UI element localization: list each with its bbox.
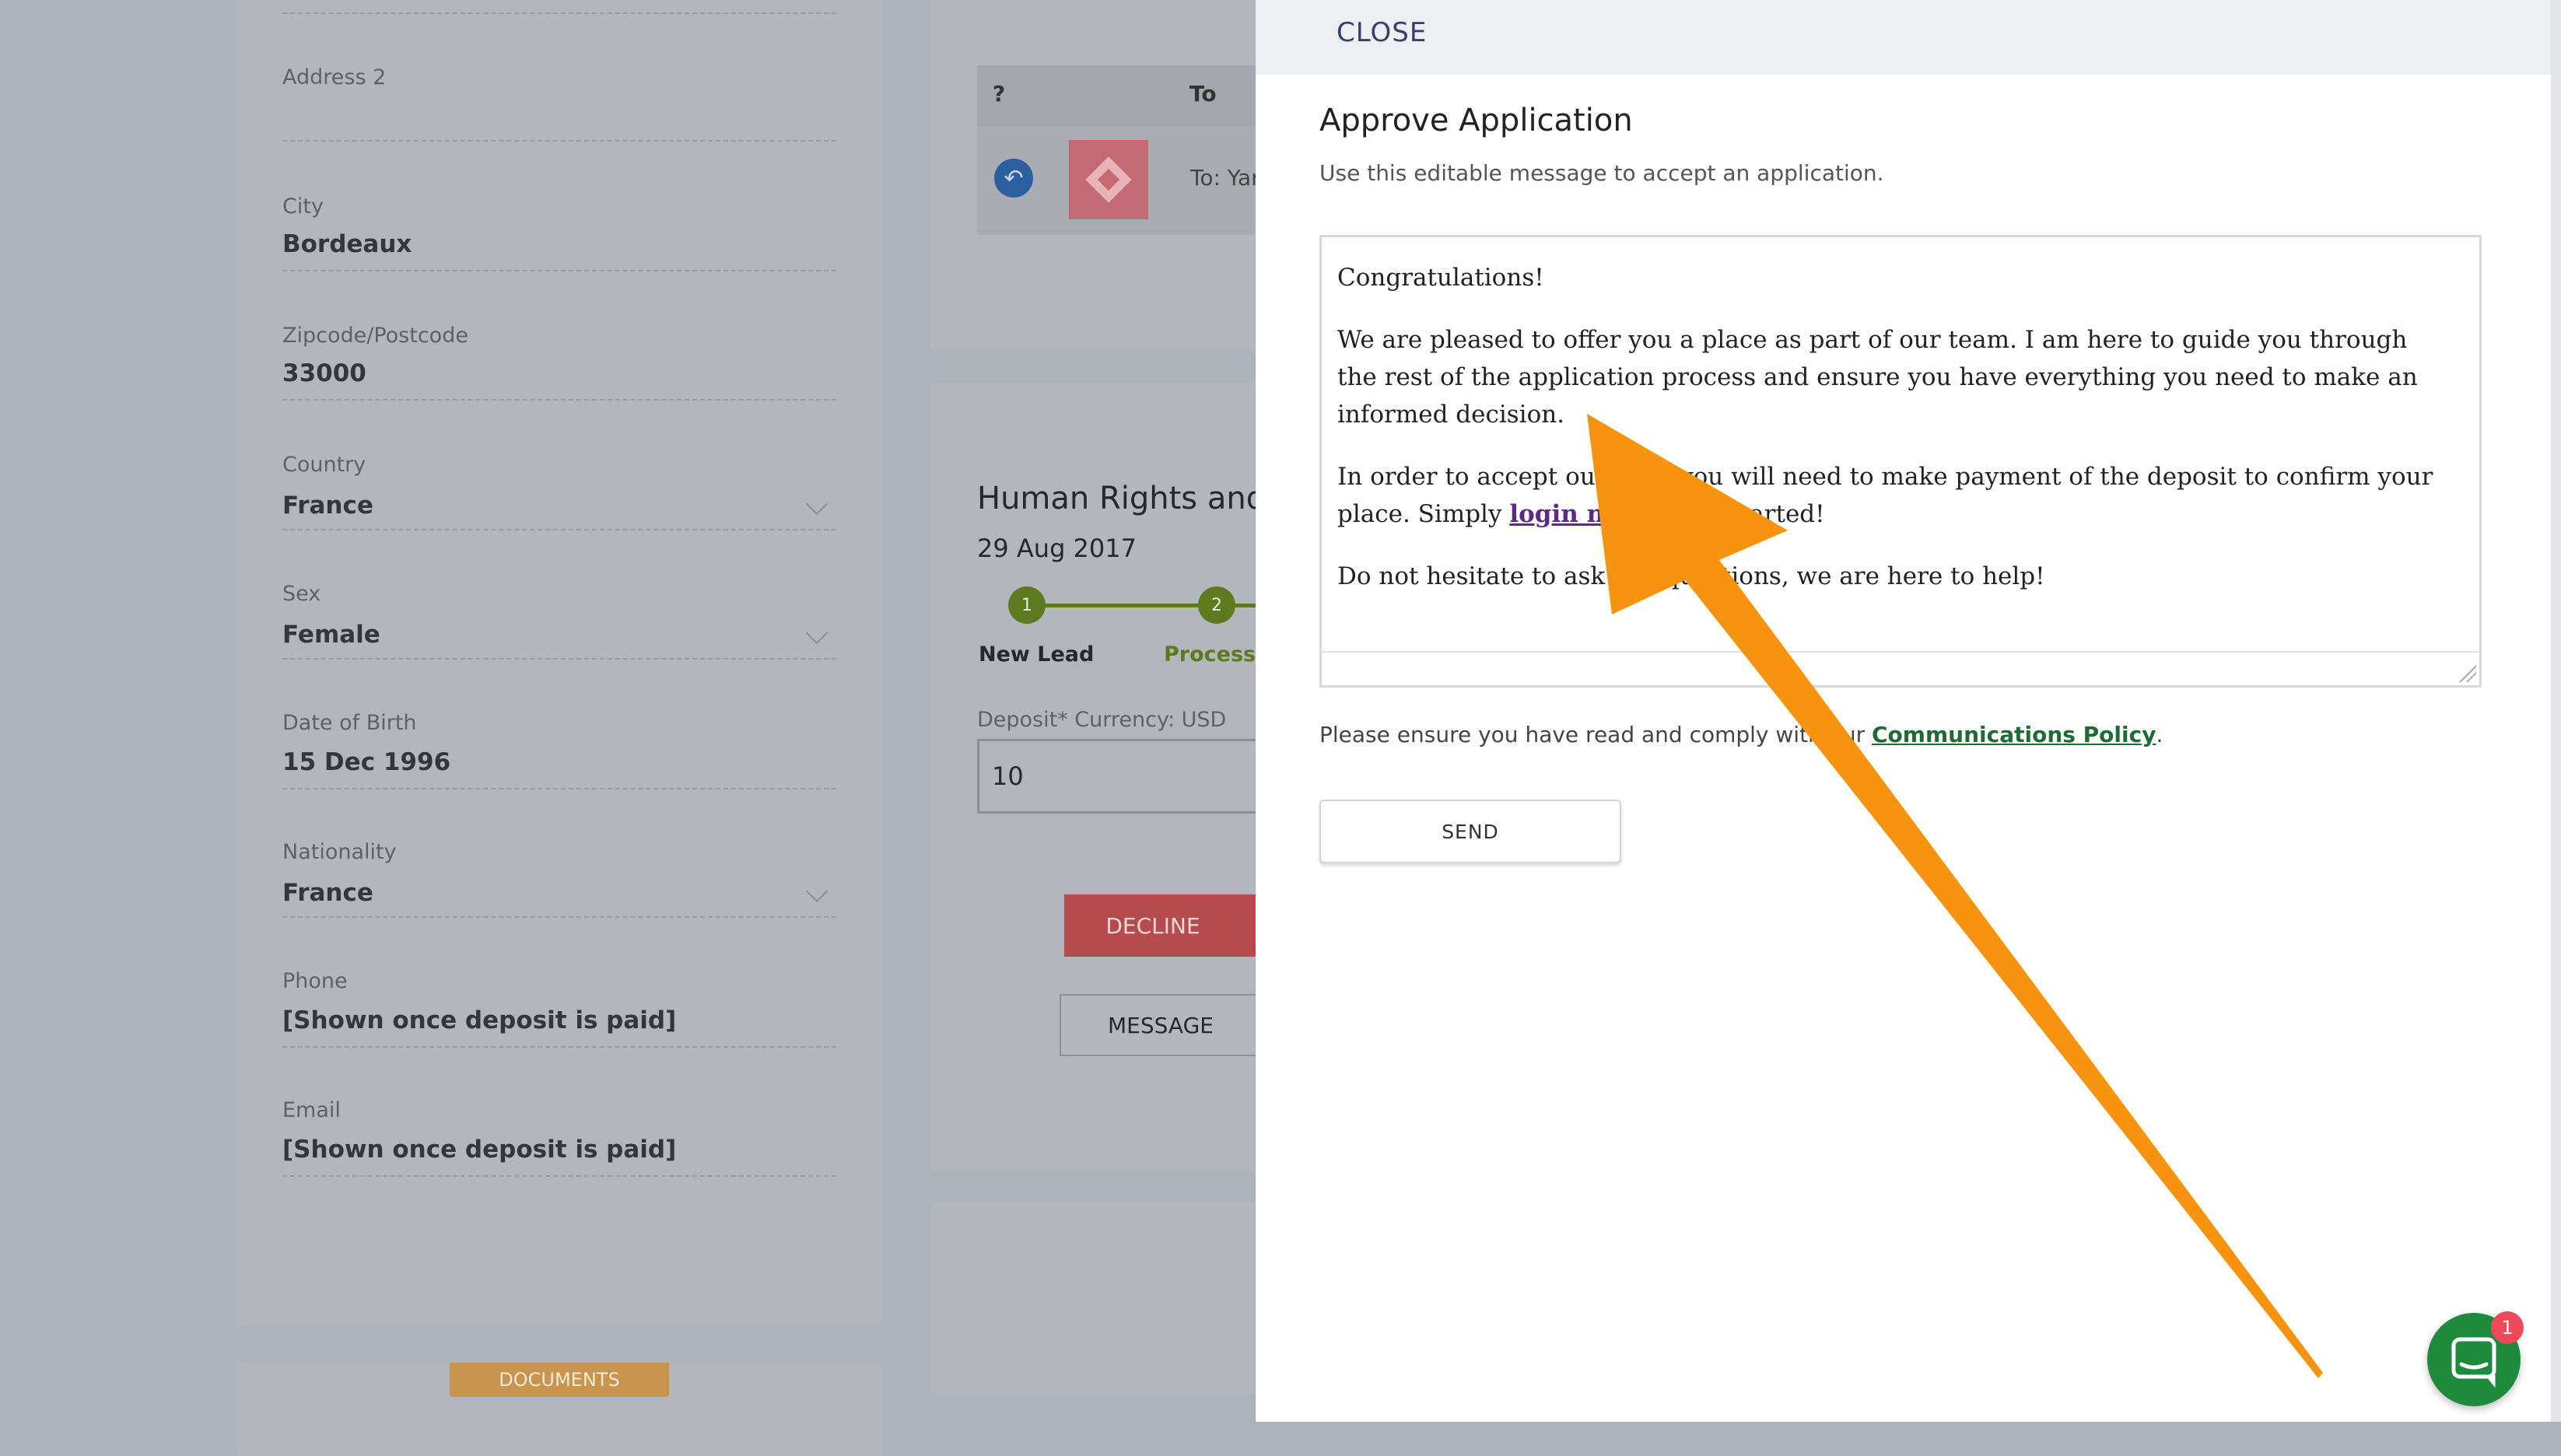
country-label: Country bbox=[282, 453, 366, 477]
close-button[interactable]: CLOSE bbox=[1337, 17, 1427, 48]
row-to-text: To: Yar bbox=[1190, 165, 1260, 191]
panel-header: CLOSE bbox=[1256, 0, 2551, 75]
dob-label: Date of Birth bbox=[282, 711, 417, 735]
resize-handle-icon[interactable] bbox=[2459, 665, 2476, 682]
application-date: 29 Aug 2017 bbox=[977, 534, 1137, 563]
email-value: [Shown once deposit is paid] bbox=[282, 1136, 677, 1164]
sex-select[interactable]: Female bbox=[282, 621, 380, 649]
sex-label: Sex bbox=[282, 582, 321, 606]
message-paragraph: Congratulations! bbox=[1337, 264, 1544, 292]
avatar bbox=[1069, 140, 1148, 219]
policy-text: Please ensure you have read and comply w… bbox=[1319, 722, 1872, 747]
zipcode-value: 33000 bbox=[282, 359, 366, 387]
communications-policy-link[interactable]: Communications Policy bbox=[1872, 722, 2156, 747]
notification-badge: 1 bbox=[2491, 1311, 2524, 1344]
message-paragraph: In order to accept our offer you will ne… bbox=[1337, 458, 2448, 533]
nationality-select[interactable]: France bbox=[282, 879, 373, 907]
field-divider bbox=[282, 399, 836, 401]
nationality-label: Nationality bbox=[282, 840, 397, 864]
message-paragraph: Do not hesitate to ask any questions, we… bbox=[1337, 562, 2045, 590]
field-divider bbox=[282, 529, 836, 530]
phone-label: Phone bbox=[282, 969, 348, 993]
phone-value: [Shown once deposit is paid] bbox=[282, 1006, 677, 1034]
country-select[interactable]: France bbox=[282, 492, 373, 520]
secondary-card bbox=[930, 1202, 1288, 1394]
address2-label: Address 2 bbox=[282, 65, 387, 89]
header-to: To bbox=[1189, 81, 1217, 107]
panel-subtitle: Use this editable message to accept an a… bbox=[1319, 160, 1884, 186]
editor-statusbar bbox=[1322, 651, 2479, 685]
reply-icon[interactable]: ↶ bbox=[994, 159, 1033, 198]
email-label: Email bbox=[282, 1098, 341, 1122]
application-title: Human Rights and bbox=[977, 481, 1266, 516]
field-divider bbox=[282, 916, 836, 918]
policy-notice: Please ensure you have read and comply w… bbox=[1319, 722, 2163, 747]
scrollbar[interactable] bbox=[2551, 0, 2561, 1422]
policy-period: . bbox=[2156, 722, 2163, 747]
header-help: ? bbox=[993, 81, 1006, 107]
city-label: City bbox=[282, 194, 324, 219]
message-text: In order to accept our offer you will ne… bbox=[1337, 463, 2433, 528]
field-divider bbox=[282, 140, 836, 142]
step-2-marker: 2 bbox=[1198, 586, 1235, 624]
message-button[interactable]: MESSAGE bbox=[1060, 994, 1288, 1056]
zipcode-label: Zipcode/Postcode bbox=[282, 324, 468, 348]
field-divider bbox=[282, 1046, 836, 1048]
documents-tab[interactable]: DOCUMENTS bbox=[450, 1363, 669, 1397]
deposit-label: Deposit* Currency: USD bbox=[977, 708, 1227, 732]
messages-table-header bbox=[977, 65, 1288, 126]
message-text: to get started! bbox=[1641, 500, 1825, 528]
panel-title: Approve Application bbox=[1319, 103, 1633, 138]
applicant-details-card bbox=[236, 0, 882, 1325]
field-divider bbox=[282, 270, 836, 271]
field-divider bbox=[282, 1175, 836, 1177]
city-value: Bordeaux bbox=[282, 230, 412, 258]
step-1-marker: 1 bbox=[1008, 586, 1046, 624]
decline-button[interactable]: DECLINE bbox=[1064, 894, 1288, 957]
field-divider bbox=[282, 788, 836, 789]
login-now-link[interactable]: login now bbox=[1509, 500, 1641, 528]
approve-application-panel: CLOSE Approve Application Use this edita… bbox=[1256, 0, 2561, 1422]
field-divider bbox=[282, 658, 836, 660]
step-1-label: New Lead bbox=[979, 642, 1095, 667]
dob-value: 15 Dec 1996 bbox=[282, 748, 451, 776]
deposit-input[interactable]: 10 bbox=[977, 739, 1288, 814]
message-body[interactable]: Congratulations! We are pleased to offer… bbox=[1337, 259, 2448, 620]
message-paragraph: We are pleased to offer you a place as p… bbox=[1337, 326, 2418, 429]
message-editor[interactable]: Congratulations! We are pleased to offer… bbox=[1319, 235, 2482, 688]
send-button[interactable]: SEND bbox=[1319, 800, 1621, 863]
field-divider bbox=[282, 12, 836, 14]
